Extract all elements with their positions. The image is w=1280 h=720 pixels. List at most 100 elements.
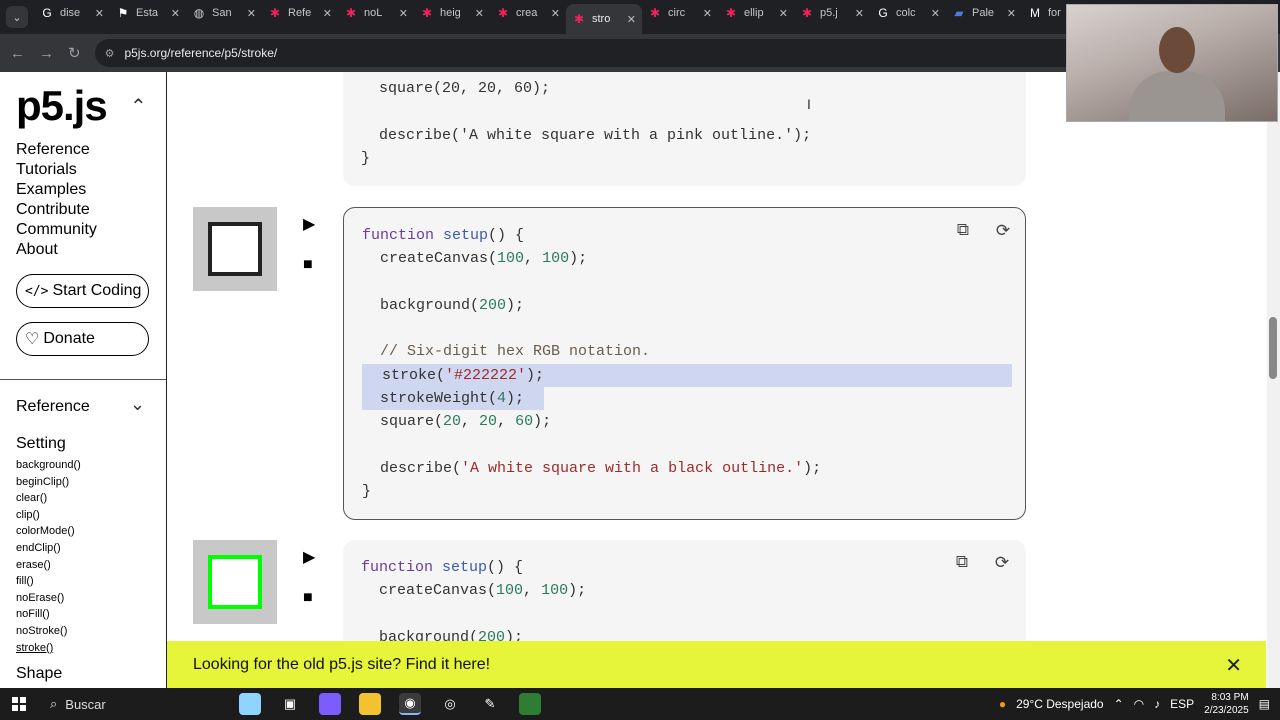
square-shape (208, 555, 262, 609)
fn-link[interactable]: beginClip() (16, 474, 81, 491)
tab-close-icon[interactable]: ✕ (931, 7, 940, 20)
p5-icon: ✱ (801, 6, 813, 20)
stop-icon[interactable]: ■ (303, 589, 313, 607)
address-bar[interactable]: ⚙ p5js.org/reference/p5/stroke/ (94, 39, 1135, 67)
browser-tab[interactable]: ▰ Pale ✕ (946, 0, 1022, 26)
taskbar-search[interactable]: ⌕ Buscar (50, 696, 230, 712)
volume-icon[interactable]: ♪ (1154, 697, 1160, 711)
back-icon[interactable]: ← (10, 45, 25, 62)
tab-title: stro (592, 13, 611, 25)
notifications-icon[interactable]: ▤ (1259, 697, 1270, 711)
donate-label: Donate (43, 330, 95, 347)
fn-link-current[interactable]: stroke() (16, 640, 81, 657)
code-editor[interactable]: ⧉ ⟳ function setup() { createCanvas(100,… (343, 207, 1026, 520)
scrollbar-thumb[interactable] (1269, 317, 1277, 379)
scrollbar[interactable] (1267, 72, 1280, 688)
reset-icon[interactable]: ⟳ (988, 549, 1016, 577)
weather-icon[interactable]: ● (999, 697, 1006, 711)
reload-icon[interactable]: ↻ (68, 44, 81, 62)
tab-close-icon[interactable]: ✕ (399, 7, 408, 20)
forward-icon[interactable]: → (39, 45, 54, 62)
nav-about[interactable]: About (16, 240, 97, 260)
browser-tab[interactable]: Gcolc ✕ (870, 0, 946, 26)
tab-close-icon[interactable]: ✕ (551, 7, 560, 20)
tab-close-icon[interactable]: ✕ (779, 7, 788, 20)
nav-reference[interactable]: Reference (16, 140, 97, 160)
tab-close-icon[interactable]: ✕ (323, 7, 332, 20)
tab-close-icon[interactable]: ✕ (627, 13, 636, 26)
copy-icon[interactable]: ⧉ (949, 217, 977, 245)
fn-link[interactable]: noStroke() (16, 623, 81, 640)
p5-logo[interactable]: p5.js (16, 82, 108, 130)
tab-close-icon[interactable]: ✕ (855, 7, 864, 20)
nav-examples[interactable]: Examples (16, 180, 97, 200)
tray-chevron-icon[interactable]: ⌃ (1114, 697, 1124, 711)
browser-tab[interactable]: Gdise ✕ (34, 0, 110, 26)
fn-link[interactable]: erase() (16, 557, 81, 574)
task-view-icon[interactable]: ▣ (279, 693, 301, 715)
fn-link[interactable]: noFill() (16, 606, 81, 623)
close-icon[interactable]: ✕ (1225, 653, 1242, 678)
app-icon[interactable]: ◎ (439, 693, 461, 715)
spreadsheet-icon[interactable] (519, 693, 541, 715)
browser-tab[interactable]: ✱ ellip ✕ (718, 0, 794, 26)
tab-close-icon[interactable]: ✕ (247, 7, 256, 20)
browser-tab[interactable]: ✱ crea ✕ (490, 0, 566, 26)
old-site-banner[interactable]: Looking for the old p5.js site? Find it … (167, 641, 1266, 688)
file-explorer-icon[interactable] (359, 693, 381, 715)
browser-tab[interactable]: ✱ heig ✕ (414, 0, 490, 26)
copy-icon[interactable]: ⧉ (948, 549, 976, 577)
windows-start-icon[interactable] (12, 697, 26, 711)
tab-close-icon[interactable]: ✕ (95, 7, 104, 20)
app-icon[interactable]: ✎ (479, 693, 501, 715)
chrome-icon[interactable]: ◉ (399, 693, 421, 715)
site-info-icon[interactable]: ⚙ (105, 47, 115, 60)
browser-tab[interactable]: ✱ p5.j ✕ (794, 0, 870, 26)
clock[interactable]: 8:03 PM 2/23/2025 (1204, 691, 1249, 717)
reference-heading[interactable]: Reference (16, 398, 90, 416)
fn-link[interactable]: fill() (16, 573, 81, 590)
browser-tab[interactable]: ✱ stro ✕ (566, 4, 642, 34)
lang-indicator[interactable]: ESP (1170, 697, 1194, 711)
fn-link[interactable]: colorMode() (16, 523, 81, 540)
browser-tab[interactable]: ◍ San ✕ (186, 0, 262, 26)
chevron-down-icon[interactable]: ⌄ (130, 394, 145, 415)
start-coding-label: Start Coding (52, 282, 142, 299)
browser-tab[interactable]: ✱ noL ✕ (338, 0, 414, 26)
play-icon[interactable]: ▶ (303, 547, 315, 567)
tab-search-button[interactable]: ⌄ (6, 6, 28, 28)
tab-close-icon[interactable]: ✕ (171, 7, 180, 20)
chevron-up-icon[interactable]: ⌃ (130, 94, 147, 119)
p5-icon: ✱ (725, 6, 737, 20)
browser-tab[interactable]: ⚑ Esta ✕ (110, 0, 186, 26)
fn-link[interactable]: endClip() (16, 540, 81, 557)
tab-close-icon[interactable]: ✕ (703, 7, 712, 20)
tab-close-icon[interactable]: ✕ (1007, 7, 1016, 20)
stop-icon[interactable]: ■ (303, 256, 313, 274)
nav-tutorials[interactable]: Tutorials (16, 160, 97, 180)
browser-tab[interactable]: ✱ Refe ✕ (262, 0, 338, 26)
wifi-icon[interactable]: ◠ (1134, 697, 1144, 711)
fn-link[interactable]: background() (16, 457, 81, 474)
reset-icon[interactable]: ⟳ (989, 217, 1017, 245)
fn-link[interactable]: clip() (16, 507, 81, 524)
code-editor-prev[interactable]: square(20, 20, 60); describe('A white sq… (343, 72, 1026, 186)
banner-text[interactable]: Looking for the old p5.js site? Find it … (193, 656, 490, 674)
start-coding-button[interactable]: </> Start Coding (16, 274, 149, 308)
tab-title: heig (440, 7, 461, 19)
fn-link[interactable]: clear() (16, 490, 81, 507)
nav-community[interactable]: Community (16, 220, 97, 240)
nav-contribute[interactable]: Contribute (16, 200, 97, 220)
sketch-preview (193, 207, 277, 291)
tab-close-icon[interactable]: ✕ (475, 7, 484, 20)
play-icon[interactable]: ▶ (303, 214, 315, 234)
system-tray: ● 29°C Despejado ⌃ ◠ ♪ ESP 8:03 PM 2/23/… (999, 688, 1270, 720)
browser-tab[interactable]: ✱ circ ✕ (642, 0, 718, 26)
person-face (1159, 27, 1195, 73)
widgets-icon[interactable] (239, 693, 261, 715)
weather-text[interactable]: 29°C Despejado (1016, 697, 1104, 711)
copilot-icon[interactable] (319, 693, 341, 715)
tab-title: dise (60, 7, 81, 19)
fn-link[interactable]: noErase() (16, 590, 81, 607)
donate-button[interactable]: ♡ Donate (16, 322, 149, 356)
